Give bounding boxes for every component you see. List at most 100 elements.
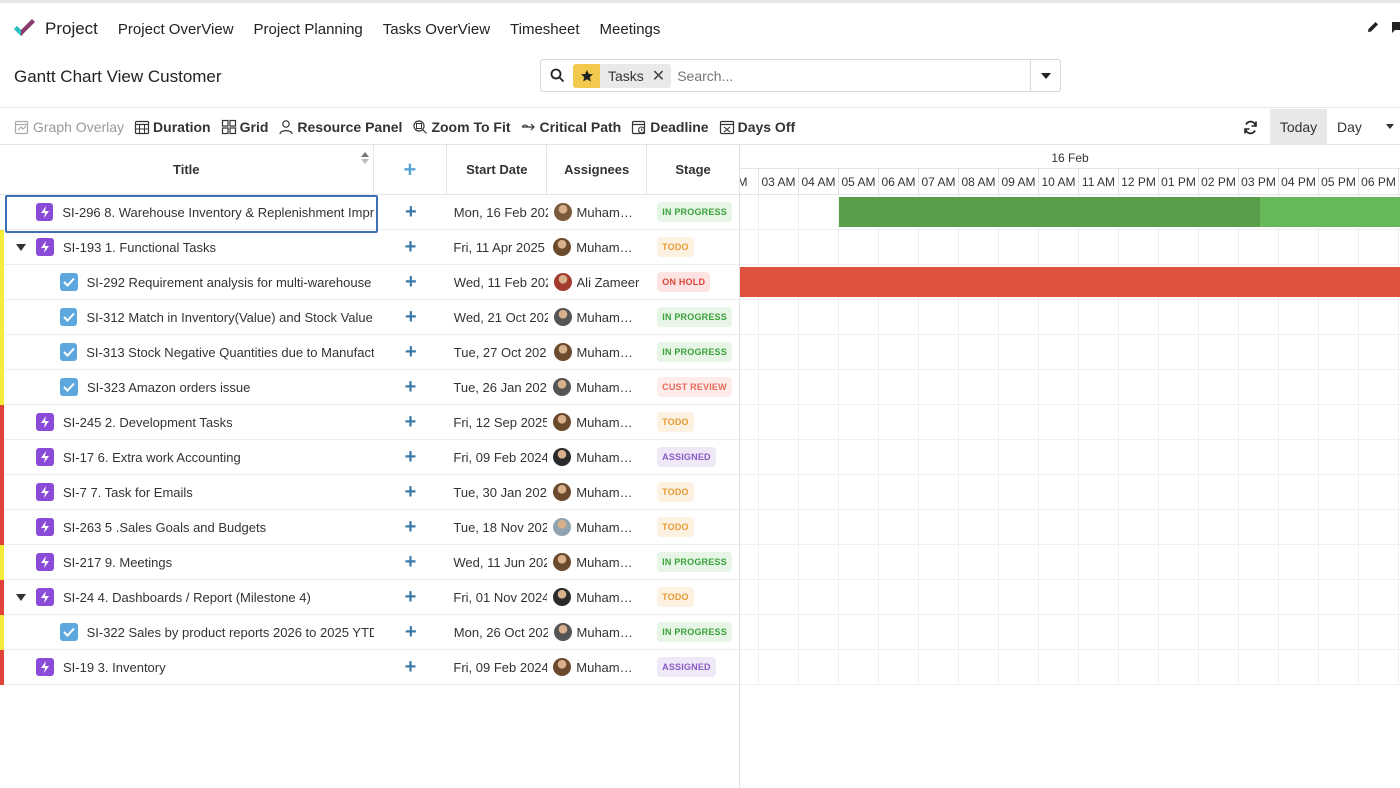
table-row[interactable]: SI-24 4. Dashboards / Report (Milestone …: [0, 580, 739, 615]
table-row[interactable]: SI-7 7. Task for Emails + Tue, 30 Jan 20…: [0, 475, 739, 510]
table-row[interactable]: SI-17 6. Extra work Accounting + Fri, 09…: [0, 440, 739, 475]
add-subtask-icon[interactable]: +: [373, 656, 447, 679]
row-start-date: Tue, 27 Oct 202: [453, 344, 547, 360]
row-title-cell[interactable]: SI-24 4. Dashboards / Report (Milestone …: [0, 580, 373, 615]
table-row[interactable]: SI-245 2. Development Tasks + Fri, 12 Se…: [0, 405, 739, 440]
row-title-cell[interactable]: SI-292 Requirement analysis for multi-wa…: [0, 265, 374, 300]
gantt-bar-si-296-remaining[interactable]: [1260, 197, 1400, 227]
add-subtask-icon[interactable]: +: [373, 376, 447, 399]
add-subtask-icon[interactable]: +: [373, 236, 447, 259]
row-title-cell[interactable]: SI-296 8. Warehouse Inventory & Replenis…: [0, 194, 378, 233]
row-title-cell[interactable]: SI-19 3. Inventory: [0, 650, 373, 685]
collapse-caret-icon[interactable]: [16, 593, 26, 601]
deadline-button[interactable]: Deadline: [631, 119, 709, 135]
row-title: SI-312 Match in Inventory(Value) and Sto…: [86, 309, 374, 325]
row-title-cell[interactable]: SI-322 Sales by product reports 2026 to …: [0, 615, 374, 650]
table-row[interactable]: SI-313 Stock Negative Quantities due to …: [0, 335, 739, 370]
duration-button[interactable]: Duration: [134, 119, 211, 135]
pencil-icon[interactable]: [1366, 20, 1380, 39]
graph-overlay-button[interactable]: Graph Overlay: [14, 119, 124, 135]
column-header-add[interactable]: +: [374, 145, 448, 194]
column-header-start-date[interactable]: Start Date: [447, 145, 548, 194]
row-title-cell[interactable]: SI-17 6. Extra work Accounting: [0, 440, 373, 475]
gantt-bar-si-292[interactable]: [740, 267, 1400, 297]
table-row[interactable]: SI-263 5 .Sales Goals and Budgets + Tue,…: [0, 510, 739, 545]
scale-select[interactable]: Day: [1327, 109, 1400, 145]
row-start-date: Tue, 30 Jan 202: [453, 484, 547, 500]
assignee-name: Muhammad: [576, 554, 641, 570]
search-options-toggle[interactable]: [1030, 60, 1060, 91]
nav-project-planning[interactable]: Project Planning: [244, 21, 373, 38]
nav-project-overview[interactable]: Project OverView: [108, 21, 244, 38]
nav-timesheet[interactable]: Timesheet: [500, 21, 589, 38]
sort-icon[interactable]: [360, 152, 369, 164]
table-row[interactable]: SI-296 8. Warehouse Inventory & Replenis…: [0, 194, 739, 233]
add-subtask-icon[interactable]: +: [374, 306, 448, 329]
column-title-label: Title: [173, 162, 200, 177]
table-row[interactable]: SI-193 1. Functional Tasks + Fri, 11 Apr…: [0, 230, 739, 265]
row-title-cell[interactable]: SI-245 2. Development Tasks: [0, 405, 373, 440]
add-subtask-icon[interactable]: +: [373, 586, 447, 609]
add-subtask-icon[interactable]: +: [373, 411, 447, 434]
gantt-bar-si-296-progress[interactable]: [839, 197, 1261, 227]
search-box[interactable]: Tasks ✕: [540, 59, 1061, 92]
close-icon[interactable]: ✕: [652, 66, 671, 86]
chat-icon[interactable]: [1390, 20, 1400, 39]
row-title-cell[interactable]: SI-217 9. Meetings: [0, 545, 373, 580]
today-button[interactable]: Today: [1270, 109, 1327, 145]
table-row[interactable]: SI-312 Match in Inventory(Value) and Sto…: [0, 300, 739, 335]
bolt-icon: [36, 518, 54, 536]
add-subtask-icon[interactable]: +: [374, 621, 448, 644]
gantt-body: [740, 195, 1400, 685]
add-subtask-icon[interactable]: +: [374, 201, 448, 224]
column-header-title[interactable]: Title: [0, 145, 374, 194]
column-header-assignees[interactable]: Assignees: [547, 145, 648, 194]
table-row[interactable]: SI-323 Amazon orders issue + Tue, 26 Jan…: [0, 370, 739, 405]
row-title-cell[interactable]: SI-7 7. Task for Emails: [0, 475, 373, 510]
add-subtask-icon[interactable]: +: [373, 481, 447, 504]
row-assignee: Muhammad: [547, 238, 647, 256]
table-row[interactable]: SI-217 9. Meetings + Wed, 11 Jun 202 Muh…: [0, 545, 739, 580]
critical-path-button[interactable]: Critical Path: [521, 119, 621, 135]
row-title-cell[interactable]: SI-193 1. Functional Tasks: [0, 230, 373, 265]
resource-panel-button[interactable]: Resource Panel: [278, 119, 402, 135]
search-icon[interactable]: [541, 60, 573, 91]
collapse-caret-icon[interactable]: [16, 243, 26, 251]
calendar-icon: [134, 120, 150, 134]
row-title-cell[interactable]: SI-313 Stock Negative Quantities due to …: [0, 335, 374, 370]
row-title-cell[interactable]: SI-323 Amazon orders issue: [0, 370, 373, 405]
row-title-cell[interactable]: SI-263 5 .Sales Goals and Budgets: [0, 510, 373, 545]
row-assignee: Muhammad: [548, 343, 648, 361]
project-logo-icon[interactable]: [12, 18, 38, 40]
table-row[interactable]: SI-322 Sales by product reports 2026 to …: [0, 615, 739, 650]
assignee-name: Muhammad: [576, 344, 641, 360]
row-assignee: Muhammad: [547, 413, 647, 431]
assignee-name: Muhammad: [576, 414, 641, 430]
zoom-to-fit-button[interactable]: Zoom To Fit: [412, 119, 511, 135]
grid-button[interactable]: Grid: [221, 119, 268, 135]
add-icon[interactable]: +: [404, 157, 417, 183]
row-stage: ASSIGNED: [647, 447, 739, 467]
table-row[interactable]: SI-292 Requirement analysis for multi-wa…: [0, 265, 739, 300]
row-title-cell[interactable]: SI-312 Match in Inventory(Value) and Sto…: [0, 300, 374, 335]
add-subtask-icon[interactable]: +: [374, 341, 448, 364]
avatar: [553, 658, 572, 676]
add-subtask-icon[interactable]: +: [373, 551, 447, 574]
column-header-stage[interactable]: Stage: [647, 145, 739, 194]
add-subtask-icon[interactable]: +: [374, 271, 448, 294]
nav-meetings[interactable]: Meetings: [590, 21, 671, 38]
refresh-icon[interactable]: [1230, 120, 1270, 135]
critical-path-icon: [521, 123, 535, 130]
days-off-button[interactable]: Days Off: [719, 119, 795, 135]
nav-tasks-overview[interactable]: Tasks OverView: [373, 21, 500, 38]
hour-label: 02 PM: [1199, 169, 1239, 195]
graph-overlay-icon: [14, 120, 29, 134]
table-row[interactable]: SI-19 3. Inventory + Fri, 09 Feb 2024 Mu…: [0, 650, 739, 685]
gantt-row-line: [740, 334, 1400, 335]
row-start-date: Wed, 21 Oct 202: [453, 309, 548, 325]
add-subtask-icon[interactable]: +: [373, 446, 447, 469]
search-input[interactable]: [677, 67, 1018, 84]
gantt-row-line: [740, 369, 1400, 370]
add-subtask-icon[interactable]: +: [373, 516, 447, 539]
app-name[interactable]: Project: [45, 19, 98, 39]
